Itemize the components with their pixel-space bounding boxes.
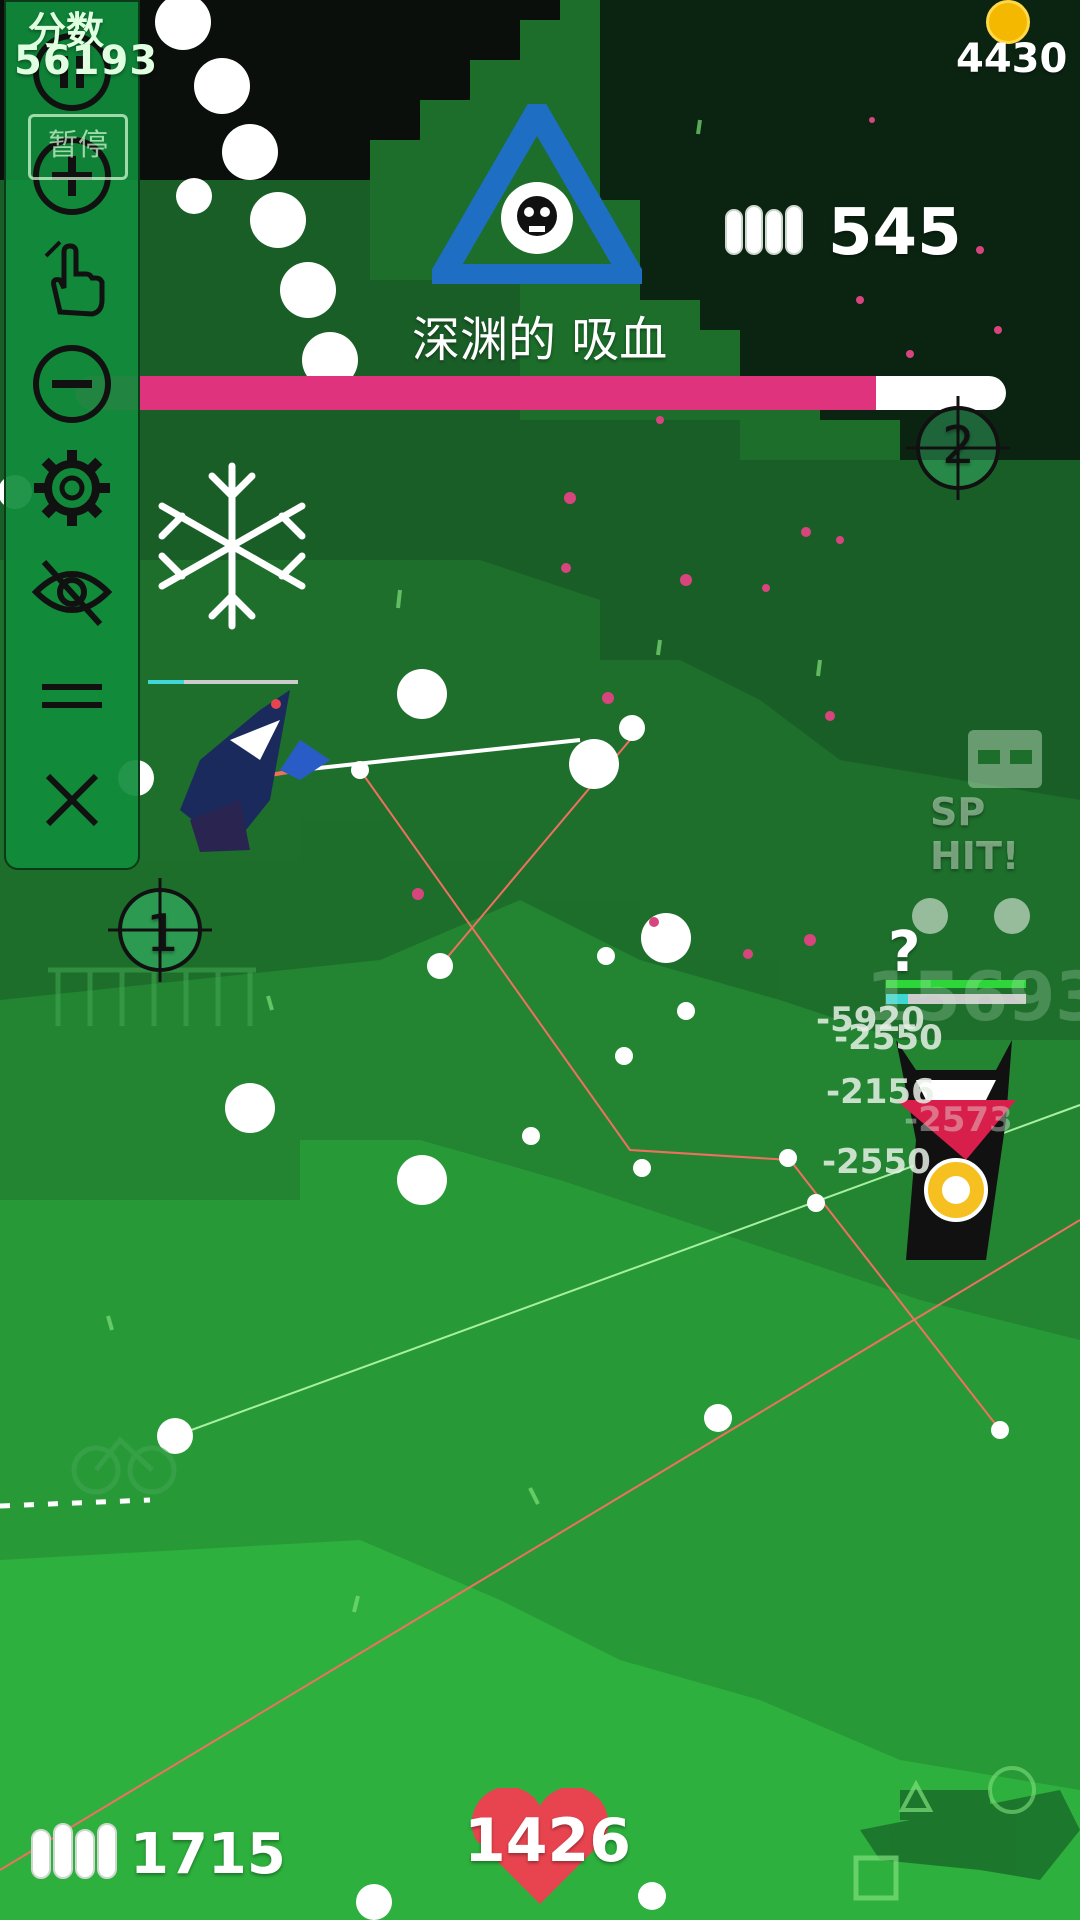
menu-icon	[42, 684, 102, 708]
damage-number: -2573	[904, 1100, 1013, 1140]
menu-button[interactable]	[24, 648, 120, 744]
question-mark: ?	[888, 920, 921, 985]
gear-icon	[34, 450, 110, 526]
tap-control-button[interactable]	[24, 232, 120, 328]
hide-ui-button[interactable]	[24, 544, 120, 640]
pause-label[interactable]: 暂停	[28, 114, 128, 180]
player-ammo-count: 1715	[130, 1822, 286, 1887]
close-button[interactable]	[24, 752, 120, 848]
game-scene[interactable]: 15693! 深渊的 吸血 545 4430 1	[0, 0, 1080, 1920]
damage-number: -2550	[822, 1142, 931, 1182]
player-ammo-icon	[31, 1823, 117, 1879]
boss-name: 深渊的 吸血	[412, 312, 668, 368]
settings-button[interactable]	[24, 440, 120, 536]
tap-hand-icon	[44, 240, 105, 317]
eye-off-icon	[31, 559, 113, 627]
damage-number: -2550	[834, 1018, 943, 1058]
target-marker-2-label: 2	[942, 416, 976, 476]
close-icon	[45, 773, 99, 827]
coin-count: 4430	[956, 36, 1068, 82]
weapon-switch-button[interactable]	[852, 1760, 1052, 1920]
boss-health-fill	[76, 376, 876, 410]
sunglasses-icon	[968, 730, 1042, 788]
sp-hit-label: SP HIT!	[930, 790, 1020, 878]
zoom-out-icon	[33, 345, 111, 423]
target-marker-1-label: 1	[146, 904, 180, 964]
boss-emblem-icon	[432, 104, 642, 284]
boss-ammo-icon	[725, 205, 803, 255]
player-health-value: 1426	[464, 1806, 631, 1876]
boss-ammo-count: 545	[828, 196, 962, 270]
score-value: 56193	[14, 38, 159, 84]
zoom-out-button[interactable]	[24, 336, 120, 432]
